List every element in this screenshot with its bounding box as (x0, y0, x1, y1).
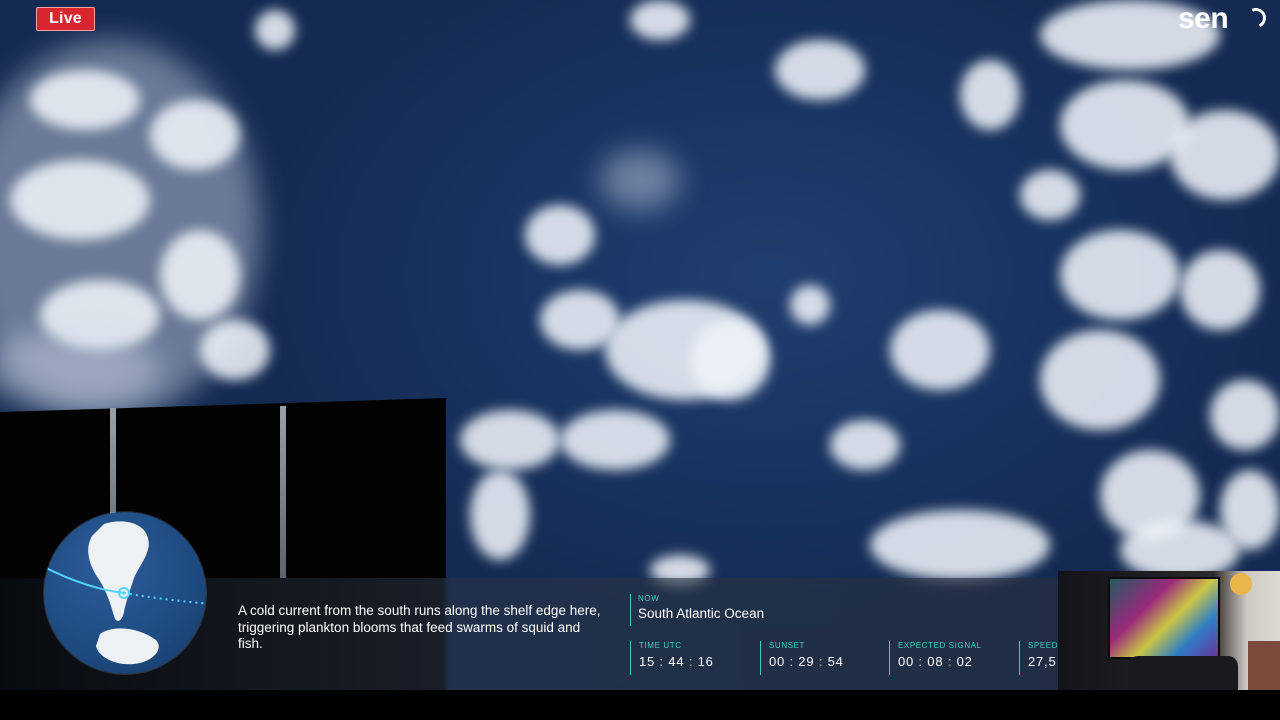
stat-value: 15 : 44 : 16 (639, 654, 714, 669)
stat-label: TIME UTC (639, 641, 682, 650)
stat-label: SPEED (1028, 641, 1058, 650)
now-value: South Atlantic Ocean (638, 606, 765, 621)
stat-value: 00 : 29 : 54 (769, 654, 844, 669)
live-stream-view: Live sen A cold current from the south r… (0, 0, 1280, 720)
fact-caption: A cold current from the south runs along… (238, 603, 601, 651)
panel-strut (280, 406, 286, 578)
bottom-letterbox (0, 690, 1280, 720)
stat-label: SUNSET (769, 641, 806, 650)
orbit-globe-icon (44, 512, 206, 674)
stat-sunset: SUNSET 00 : 29 : 54 (760, 641, 844, 675)
now-label: NOW (638, 594, 660, 603)
stat-expected-signal: EXPECTED SIGNAL 00 : 08 : 02 (889, 641, 982, 675)
presenter-camera-inset (1058, 571, 1280, 694)
stat-time-utc: TIME UTC 15 : 44 : 16 (630, 641, 714, 675)
stat-value: 27,5 (1028, 654, 1057, 669)
sen-logo: sen (1178, 2, 1229, 35)
now-location: NOW South Atlantic Ocean (630, 594, 764, 626)
stat-label: EXPECTED SIGNAL (898, 641, 982, 650)
live-badge: Live (36, 7, 95, 31)
stat-speed: SPEED 27,5 (1019, 641, 1058, 675)
stat-value: 00 : 08 : 02 (898, 654, 973, 669)
